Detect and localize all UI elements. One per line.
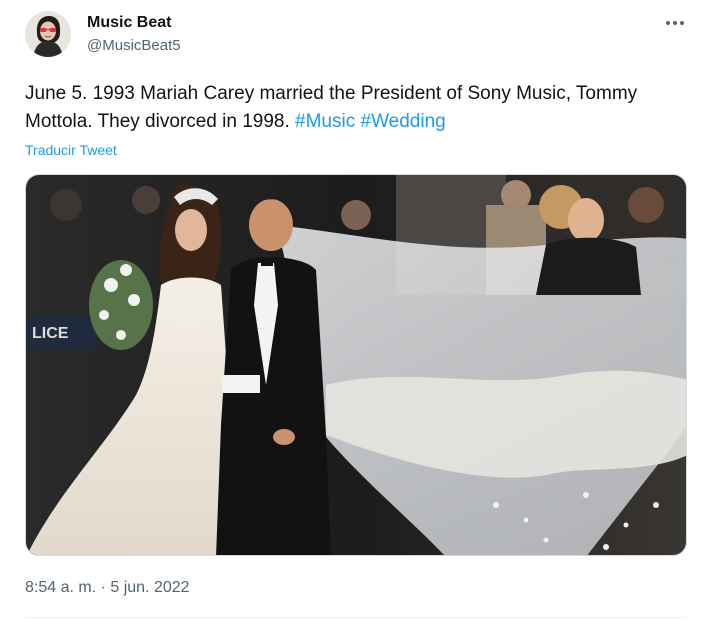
more-horizontal-icon [666, 21, 684, 25]
translate-tweet-link[interactable]: Traducir Tweet [25, 141, 117, 159]
avatar[interactable] [25, 11, 71, 57]
display-name[interactable]: Music Beat [87, 13, 171, 33]
hashtag-music[interactable]: #Music [295, 111, 355, 132]
tweet-timestamp[interactable]: 8:54 a. m. · 5 jun. 2022 [25, 578, 190, 598]
photo-sign-text: LICE [32, 325, 69, 342]
tweet-text: June 5. 1993 Mariah Carey married the Pr… [25, 80, 685, 136]
user-handle[interactable]: @MusicBeat5 [87, 36, 181, 56]
tweet-card: Music Beat @MusicBeat5 June 5. 1993 Mari… [0, 0, 706, 620]
wedding-photo-image: LICE [26, 175, 686, 555]
hashtag-wedding[interactable]: #Wedding [361, 111, 446, 132]
more-options-button[interactable] [660, 10, 690, 36]
divider [25, 617, 685, 618]
tweet-photo[interactable]: LICE [25, 174, 687, 556]
avatar-illustration-icon [25, 11, 71, 57]
